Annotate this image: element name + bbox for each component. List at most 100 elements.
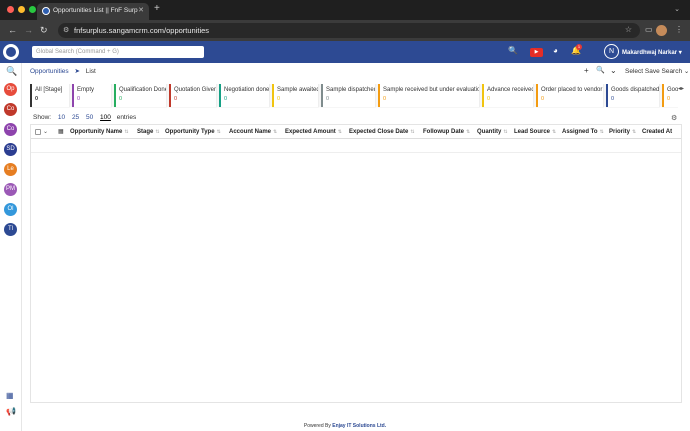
- stage-filter-10[interactable]: Goods dispatched 0: [606, 84, 660, 107]
- stage-count: 0: [541, 96, 545, 102]
- bookmark-star-icon[interactable]: ☆: [625, 25, 632, 34]
- search-contact-icon[interactable]: 🔍: [508, 46, 518, 55]
- search-icon[interactable]: 🔍: [596, 66, 605, 74]
- stage-name: Sample received but under evaluation: [383, 87, 480, 93]
- user-menu[interactable]: Makardhwaj Narkar ▾: [622, 49, 682, 56]
- entries-label: entries: [116, 114, 137, 121]
- stage-name: Advance received: [487, 87, 534, 93]
- maximize-window-button[interactable]: [29, 6, 36, 13]
- app-logo-icon[interactable]: [3, 44, 19, 60]
- col-stage[interactable]: Stage ⇅: [137, 129, 160, 135]
- stage-filter-9[interactable]: Order placed to vendor 0: [536, 84, 604, 107]
- col-expected-amount[interactable]: Expected Amount ⇅: [285, 129, 342, 135]
- select-save-search-dropdown[interactable]: Select Save Search ⌄: [625, 67, 689, 75]
- youtube-icon[interactable]: ▶: [530, 48, 543, 57]
- stage-filter-2[interactable]: Qualification Done 0: [114, 84, 167, 107]
- rail-search-icon[interactable]: 🔍: [6, 66, 17, 77]
- col-assigned-to[interactable]: Assigned To ⇅: [562, 129, 604, 135]
- minimize-window-button[interactable]: [18, 6, 25, 13]
- back-icon[interactable]: ←: [8, 25, 17, 35]
- stage-name: All [Stage]: [35, 87, 63, 93]
- stage-filter-0[interactable]: All [Stage] 0: [30, 84, 70, 107]
- tab-list-chevron-icon[interactable]: ⌄: [674, 5, 680, 13]
- stage-filter-7[interactable]: Sample received but under evaluation 0: [378, 84, 480, 107]
- entries-option-50[interactable]: 50: [86, 114, 93, 121]
- stage-name: Sample dispatched: [326, 87, 376, 93]
- site-info-icon[interactable]: ⚙: [63, 26, 69, 34]
- col-account-name[interactable]: Account Name ⇅: [229, 129, 277, 135]
- select-all-checkbox[interactable]: [35, 129, 41, 135]
- browser-toolbar: ← → ↻ ⚙ fnfsurplus.sangamcrm.com/opportu…: [0, 20, 690, 41]
- notification-badge: 1: [576, 44, 582, 50]
- stage-count: 0: [277, 96, 281, 102]
- rail-item-tl[interactable]: Tl: [4, 223, 17, 236]
- rail-item-pm[interactable]: PM: [4, 183, 17, 196]
- close-tab-icon[interactable]: ✕: [138, 6, 144, 14]
- stage-count: 0: [667, 96, 671, 102]
- stage-name: Quotation Given: [174, 87, 217, 93]
- left-rail: 🔍 Op Co Co SD Le PM Ol Tl ▦ 📢: [0, 63, 22, 431]
- stage-filter-4[interactable]: Negotiation done 0: [219, 84, 270, 107]
- help-icon[interactable]: ◕: [553, 46, 558, 55]
- browser-menu-icon[interactable]: ⋮: [675, 25, 683, 34]
- rail-item-leads[interactable]: Le: [4, 163, 17, 176]
- col-created-at[interactable]: Created At: [642, 129, 672, 135]
- col-quantity[interactable]: Quantity ⇅: [477, 129, 508, 135]
- breadcrumb-page: List: [85, 68, 96, 75]
- breadcrumb: Opportunities ➤ List: [30, 67, 96, 75]
- rail-item-ol[interactable]: Ol: [4, 203, 17, 216]
- stage-filter-8[interactable]: Advance received 0: [482, 84, 534, 107]
- stage-filter-1[interactable]: Empty 0: [72, 84, 112, 107]
- tab-title: Opportunities List || FnF Surp: [53, 7, 138, 14]
- extensions-icon[interactable]: ▭: [645, 25, 653, 34]
- stage-count: 0: [611, 96, 615, 102]
- rail-item-opportunities[interactable]: Op: [4, 83, 17, 96]
- stage-name: Sample awaited: [277, 87, 319, 93]
- footer-company-link[interactable]: Enjay IT Solutions Ltd.: [332, 423, 386, 429]
- stage-filter-6[interactable]: Sample dispatched 0: [321, 84, 376, 107]
- calculator-icon[interactable]: ▦: [6, 391, 14, 400]
- url-text: fnfsurplus.sangamcrm.com/opportunities: [74, 26, 210, 35]
- stage-filter-11[interactable]: Goo 0: [662, 84, 678, 107]
- col-expected-close-date[interactable]: Expected Close Date ⇅: [349, 129, 415, 135]
- column-settings-gear-icon[interactable]: ⚙: [671, 114, 677, 122]
- add-record-icon[interactable]: +: [584, 66, 589, 75]
- more-options-chevron-icon[interactable]: ⌄: [610, 66, 617, 75]
- stage-scroll-arrows-icon[interactable]: ◂▸: [678, 85, 684, 92]
- footer: Powered By Enjay IT Solutions Ltd.: [0, 423, 690, 429]
- rail-item-sd[interactable]: SD: [4, 143, 17, 156]
- col-opportunity-type[interactable]: Opportunity Type ⇅: [165, 129, 221, 135]
- stage-name: Qualification Done: [119, 87, 167, 93]
- browser-profile-avatar[interactable]: [656, 25, 667, 36]
- forward-icon[interactable]: →: [24, 25, 33, 35]
- stage-filter-5[interactable]: Sample awaited 0: [272, 84, 319, 107]
- col-followup-date[interactable]: Followup Date ⇅: [423, 129, 470, 135]
- col-opportunity-name[interactable]: Opportunity Name ⇅: [70, 129, 129, 135]
- col-lead-source[interactable]: Lead Source ⇅: [514, 129, 556, 135]
- address-bar[interactable]: ⚙ fnfsurplus.sangamcrm.com/opportunities…: [58, 23, 640, 38]
- site-favicon-icon: [42, 7, 50, 15]
- browser-tab[interactable]: Opportunities List || FnF Surp ✕: [37, 3, 149, 20]
- close-window-button[interactable]: [7, 6, 14, 13]
- col-priority[interactable]: Priority ⇅: [609, 129, 636, 135]
- reload-icon[interactable]: ↻: [40, 25, 48, 36]
- announcement-icon[interactable]: 📢: [6, 407, 16, 416]
- stage-filter-3[interactable]: Quotation Given 0: [169, 84, 217, 107]
- stage-count: 0: [174, 96, 178, 102]
- column-chooser-icon[interactable]: ▦: [58, 128, 64, 135]
- stage-name: Empty: [77, 87, 95, 93]
- entries-option-25[interactable]: 25: [72, 114, 79, 121]
- select-all-chevron-icon[interactable]: ⌄: [43, 128, 48, 135]
- new-tab-button[interactable]: +: [154, 3, 160, 14]
- entries-option-10[interactable]: 10: [58, 114, 65, 121]
- opportunities-table: ⌄ ▦ Opportunity Name ⇅ Stage ⇅ Opportunity…: [30, 124, 682, 403]
- rail-item-contacts[interactable]: Co: [4, 103, 17, 116]
- rail-item-companies[interactable]: Co: [4, 123, 17, 136]
- global-search-input[interactable]: Global Search (Command + G): [32, 46, 204, 58]
- stage-name: Goods dispatched: [611, 87, 660, 93]
- user-avatar[interactable]: N: [604, 44, 619, 59]
- entries-option-100[interactable]: 100: [100, 114, 111, 121]
- table-header: ⌄ ▦ Opportunity Name ⇅ Stage ⇅ Opportunity…: [31, 125, 681, 139]
- stage-filter-bar: All [Stage] 0 Empty 0 Qualification Done 0 Quo…: [30, 84, 678, 110]
- breadcrumb-module-link[interactable]: Opportunities: [30, 68, 69, 75]
